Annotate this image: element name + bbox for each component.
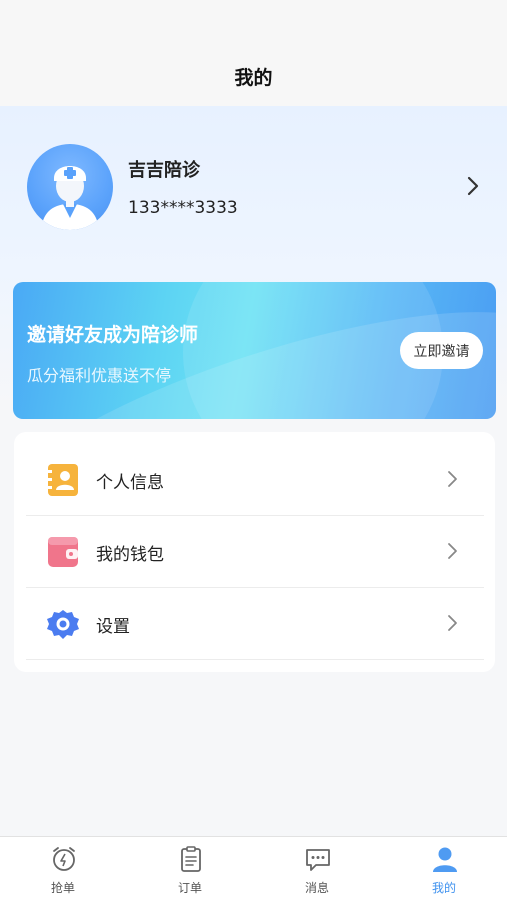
tab-mine[interactable]: 我的 — [381, 837, 507, 900]
doctor-avatar-icon — [41, 166, 99, 230]
page-title: 我的 — [234, 67, 273, 89]
gear-icon — [47, 610, 79, 639]
menu-item-label: 我的钱包 — [96, 545, 164, 565]
profile-name: 吉吉陪诊 — [128, 160, 200, 181]
profile-phone: 133****3333 — [128, 198, 238, 218]
menu-item-label: 设置 — [96, 617, 130, 637]
top-bar: 我的 — [0, 0, 507, 106]
invite-banner[interactable]: 邀请好友成为陪诊师 瓜分福利优惠送不停 立即邀请 — [13, 282, 496, 419]
menu-item-settings[interactable]: 设置 — [26, 588, 484, 660]
banner-title: 邀请好友成为陪诊师 — [27, 324, 199, 346]
tab-orders[interactable]: 订单 — [127, 837, 253, 900]
bottom-tab-bar: 抢单 订单 消息 我的 — [0, 836, 507, 900]
tab-messages[interactable]: 消息 — [254, 837, 380, 900]
invite-button[interactable]: 立即邀请 — [400, 332, 483, 369]
chevron-right-icon — [448, 543, 457, 559]
chevron-right-icon — [448, 615, 457, 631]
banner-subtitle: 瓜分福利优惠送不停 — [27, 366, 172, 385]
clipboard-icon — [181, 846, 201, 872]
alarm-clock-icon — [53, 847, 75, 871]
avatar[interactable] — [27, 144, 113, 230]
menu-item-label: 个人信息 — [96, 473, 164, 493]
person-icon — [433, 847, 457, 872]
tab-grab-order[interactable]: 抢单 — [0, 837, 126, 900]
menu-item-personal-info[interactable]: 个人信息 — [26, 444, 484, 516]
menu-item-wallet[interactable]: 我的钱包 — [26, 516, 484, 588]
id-card-icon — [48, 464, 78, 496]
tab-label: 抢单 — [50, 881, 75, 895]
wallet-icon — [48, 537, 78, 567]
chevron-right-icon — [448, 471, 457, 487]
profile-card[interactable]: 吉吉陪诊 133****3333 — [0, 140, 507, 234]
tab-label: 我的 — [431, 881, 456, 895]
tab-label: 消息 — [304, 881, 329, 895]
tab-label: 订单 — [177, 881, 202, 895]
menu-card: 个人信息 我的钱包 设置 — [14, 432, 495, 672]
chat-bubble-icon — [306, 849, 330, 871]
chevron-right-icon[interactable] — [463, 176, 483, 196]
